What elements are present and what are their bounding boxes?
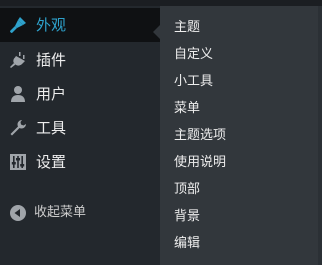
submenu-item-editor[interactable]: 编辑 [174, 231, 200, 257]
collapse-menu-label: 收起菜单 [34, 205, 87, 220]
appearance-submenu: 主题 自定义 小工具 菜单 主题选项 使用说明 顶部 背景 编辑 [160, 6, 322, 265]
submenu-item-customize[interactable]: 自定义 [174, 42, 213, 68]
submenu-item-header[interactable]: 顶部 [174, 177, 200, 203]
sliders-icon [10, 154, 26, 170]
submenu-item-widgets[interactable]: 小工具 [174, 69, 213, 95]
sidebar-item-users[interactable]: 用户 [0, 77, 160, 111]
paintbrush-icon [10, 17, 26, 33]
submenu-item-background[interactable]: 背景 [174, 204, 200, 230]
sidebar-item-label: 外观 [36, 16, 67, 34]
admin-sidebar: 外观 插件 用户 工具 设置 收起菜单 [0, 6, 160, 265]
sidebar-item-label: 插件 [36, 51, 67, 69]
user-icon [11, 86, 25, 102]
content-edge [318, 6, 322, 265]
submenu-item-themes[interactable]: 主题 [174, 15, 200, 41]
submenu-item-theme-options[interactable]: 主题选项 [174, 123, 226, 149]
sidebar-item-settings[interactable]: 设置 [0, 145, 160, 179]
plugin-icon [10, 52, 25, 68]
current-menu-pointer [153, 25, 160, 39]
submenu-item-menus[interactable]: 菜单 [174, 96, 200, 122]
sidebar-item-plugins[interactable]: 插件 [0, 43, 160, 77]
sidebar-item-label: 工具 [36, 119, 67, 137]
submenu-item-instructions[interactable]: 使用说明 [174, 150, 226, 176]
sidebar-item-appearance[interactable]: 外观 [0, 8, 160, 42]
collapse-arrow-icon [10, 205, 26, 221]
sidebar-item-tools[interactable]: 工具 [0, 111, 160, 145]
sidebar-item-label: 设置 [36, 153, 67, 171]
sidebar-item-label: 用户 [36, 85, 67, 103]
wrench-icon [10, 120, 26, 136]
collapse-menu-button[interactable]: 收起菜单 [0, 198, 160, 228]
